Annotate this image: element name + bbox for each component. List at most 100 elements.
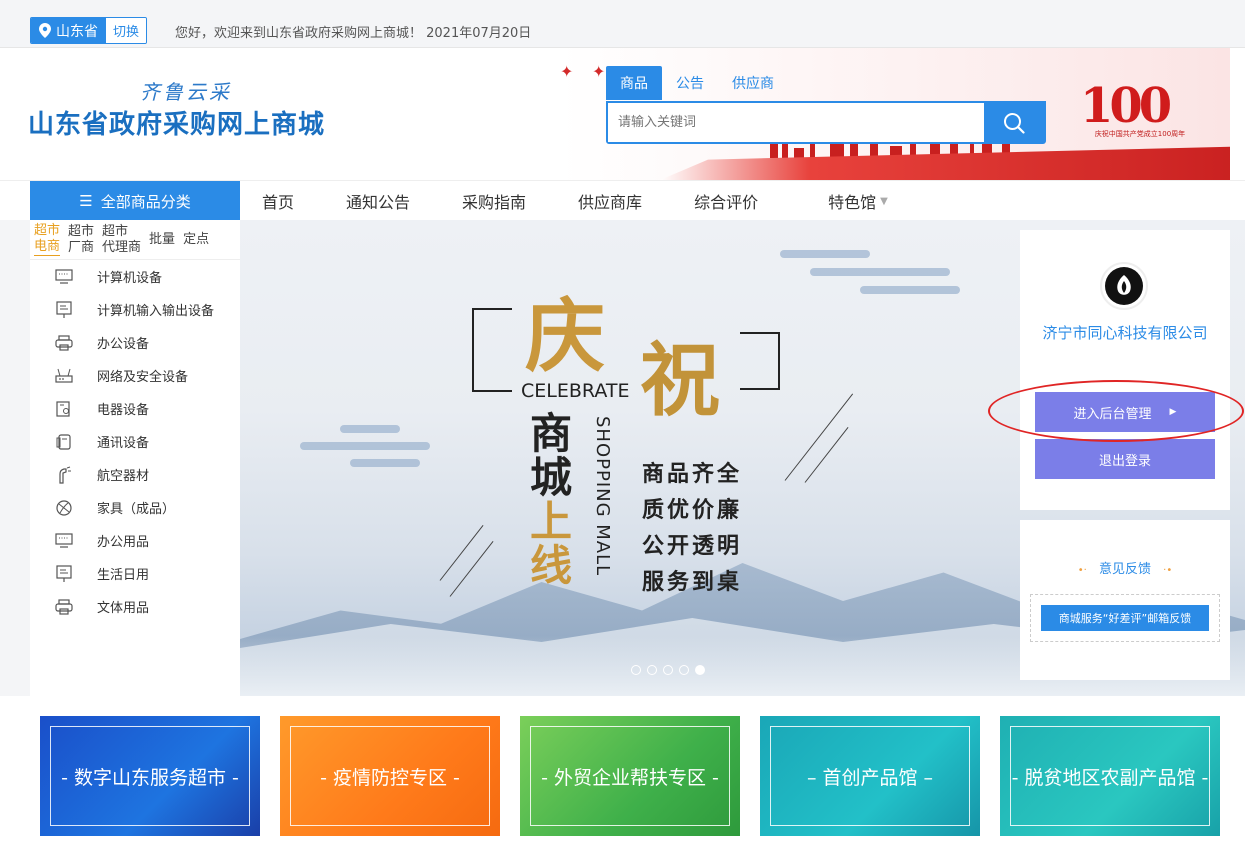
category-label: 计算机输入输出设备	[97, 304, 215, 319]
bird-icon: ✦	[592, 62, 606, 81]
vertical-char: 商	[530, 409, 573, 458]
carousel-dot[interactable]	[663, 665, 673, 675]
search-area: 商品 公告 供应商	[606, 66, 1046, 144]
category-item[interactable]: 电器设备	[30, 392, 240, 425]
category-item[interactable]: 计算机设备	[30, 260, 240, 293]
nav-link-evaluation[interactable]: 综合评价	[694, 181, 758, 221]
hero-char-qing: 庆	[525, 289, 605, 383]
feedback-title[interactable]: 意见反馈	[1099, 562, 1151, 577]
tile-label: - 外贸企业帮扶专区 -	[541, 766, 719, 789]
site-title[interactable]: 山东省政府采购网上商城	[28, 104, 325, 141]
switch-province-button[interactable]: 切换	[105, 18, 147, 43]
province-selector[interactable]: 山东省 切换	[30, 17, 148, 44]
tile-digital-shandong[interactable]: - 数字山东服务超市 -	[40, 716, 260, 836]
furniture-icon	[54, 499, 74, 517]
cloud-decoration	[340, 425, 400, 433]
store-type-tab[interactable]: 超市 厂商	[68, 224, 94, 256]
search-tab-suppliers[interactable]: 供应商	[718, 66, 788, 100]
user-panel: 济宁市同心科技有限公司 进入后台管理 ▶ 退出登录	[988, 230, 1244, 510]
tile-label: - 脱贫地区农副产品馆 -	[1011, 766, 1209, 789]
province-name: 山东省	[56, 23, 98, 40]
category-label: 电器设备	[97, 403, 150, 418]
store-type-tab[interactable]: 超市 代理商	[102, 224, 141, 256]
all-categories-button[interactable]: ☰ 全部商品分类	[30, 181, 240, 221]
hero-char-zhu: 祝	[640, 333, 720, 427]
tagline: 服务到桌	[642, 569, 743, 595]
caret-down-icon: ▼	[880, 195, 888, 207]
category-label: 通讯设备	[97, 436, 150, 451]
tile-foreign-trade[interactable]: - 外贸企业帮扶专区 -	[520, 716, 740, 836]
store-type-tabs: 超市 电商 超市 厂商 超市 代理商 批量 定点	[30, 220, 240, 260]
province-label-box[interactable]: 山东省	[31, 18, 105, 43]
highlight-ellipse	[988, 380, 1244, 442]
carousel-dot-active[interactable]	[695, 665, 705, 675]
category-item[interactable]: 航空器材	[30, 458, 240, 491]
tile-poverty-alleviation[interactable]: - 脱贫地区农副产品馆 -	[1000, 716, 1220, 836]
category-item[interactable]: 家具（成品）	[30, 491, 240, 524]
nav-link-home[interactable]: 首页	[262, 181, 294, 221]
category-item[interactable]: 网络及安全设备	[30, 359, 240, 392]
search-tab-products[interactable]: 商品	[606, 66, 662, 100]
cloud-decoration	[350, 459, 420, 467]
nav-link-featured[interactable]: 特色馆 ▼	[828, 181, 888, 221]
decor-line	[784, 393, 854, 481]
tile-epidemic[interactable]: - 疫情防控专区 -	[280, 716, 500, 836]
carousel-dot[interactable]	[647, 665, 657, 675]
left-bracket	[472, 308, 512, 392]
feedback-box: 商城服务“好差评”邮箱反馈	[1030, 594, 1220, 642]
search-button[interactable]	[984, 103, 1044, 142]
nav-link-guide[interactable]: 采购指南	[462, 181, 526, 221]
site-slogan: 齐鲁云采	[140, 80, 232, 104]
celebrate-text: CELEBRATE	[521, 380, 630, 402]
location-pin-icon	[39, 23, 51, 38]
category-label: 生活日用	[97, 568, 150, 583]
store-type-tab[interactable]: 定点	[183, 220, 209, 260]
store-type-line: 代理商	[102, 239, 142, 255]
top-bar: 山东省 切换 您好，欢迎来到山东省政府采购网上商城！ 2021年07月20日	[0, 0, 1245, 48]
category-item[interactable]: 办公用品	[30, 524, 240, 557]
decor-line	[439, 525, 484, 581]
search-input[interactable]	[608, 103, 984, 142]
carousel-dot[interactable]	[631, 665, 641, 675]
vertical-char: 上	[530, 497, 573, 546]
decor-line	[804, 427, 849, 483]
store-type-tab[interactable]: 超市 电商	[34, 223, 61, 256]
feature-tiles: - 数字山东服务超市 - - 疫情防控专区 - - 外贸企业帮扶专区 - – 首…	[0, 696, 1245, 860]
category-label: 办公用品	[97, 535, 150, 550]
carousel-dot[interactable]	[679, 665, 689, 675]
right-bracket	[740, 332, 780, 390]
category-item[interactable]: 办公设备	[30, 326, 240, 359]
tile-innovation[interactable]: – 首创产品馆 –	[760, 716, 980, 836]
store-type-tab[interactable]: 批量	[149, 220, 175, 260]
category-item[interactable]: 计算机输入输出设备	[30, 293, 240, 326]
category-item[interactable]: 通讯设备	[30, 425, 240, 458]
bird-icon: ✦	[560, 62, 574, 81]
category-item[interactable]: 文体用品	[30, 590, 240, 623]
tagline: 商品齐全	[642, 461, 743, 487]
email-feedback-button[interactable]: 商城服务“好差评”邮箱反馈	[1041, 605, 1209, 631]
vertical-title: 商 城 上 线	[530, 412, 576, 588]
all-categories-label: 全部商品分类	[100, 192, 191, 211]
category-sidebar: 超市 电商 超市 厂商 超市 代理商 批量 定点 计算机设备 计算机输入输出设备 办公…	[30, 220, 240, 696]
nav-link-suppliers[interactable]: 供应商库	[578, 181, 642, 221]
printer-icon	[54, 598, 74, 616]
monitor-icon	[54, 532, 74, 550]
appliance-icon	[54, 400, 74, 418]
printer-icon	[54, 334, 74, 352]
category-label: 航空器材	[97, 469, 150, 484]
welcome-text: 您好，欢迎来到山东省政府采购网上商城！ 2021年07月20日	[175, 26, 532, 41]
tile-label: - 数字山东服务超市 -	[61, 766, 239, 789]
nav-link-notices[interactable]: 通知公告	[346, 181, 410, 221]
company-logo-icon	[1105, 267, 1143, 305]
tagline: 质优价廉	[642, 497, 743, 523]
monitor-icon	[54, 268, 74, 286]
list-icon: ☰	[79, 192, 93, 210]
terminal-icon	[54, 564, 74, 583]
category-label: 家具（成品）	[97, 502, 176, 517]
sparkle-icon: ·•	[1163, 565, 1173, 576]
logout-button[interactable]: 退出登录	[1035, 439, 1215, 479]
category-item[interactable]: 生活日用	[30, 557, 240, 590]
phone-icon	[54, 433, 74, 451]
search-tab-announcements[interactable]: 公告	[662, 66, 718, 100]
nav-links: 首页 通知公告 采购指南 供应商库 综合评价 特色馆 ▼	[262, 181, 940, 221]
